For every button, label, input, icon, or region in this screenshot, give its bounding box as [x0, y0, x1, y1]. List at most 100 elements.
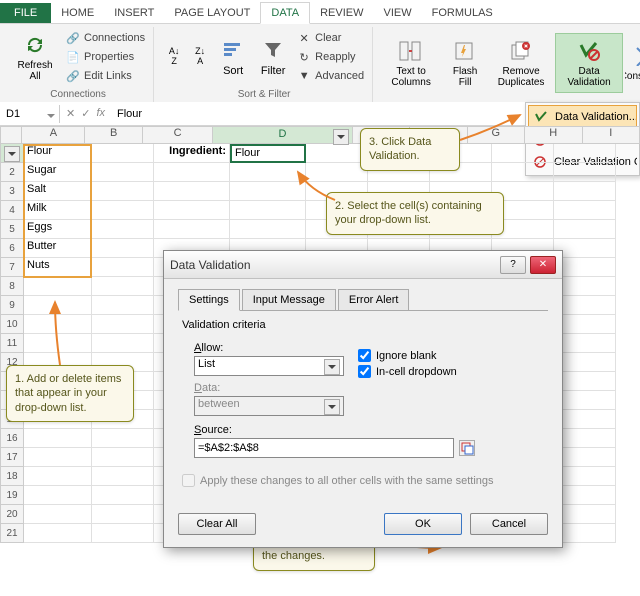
clear-filter[interactable]: ✕Clear [294, 29, 366, 47]
col-C[interactable]: C [143, 126, 213, 144]
row-header[interactable]: 20 [0, 505, 24, 524]
accept-formula-icon[interactable]: ✓ [81, 107, 90, 120]
edit-links-item[interactable]: 🔗Edit Links [63, 67, 147, 85]
cell[interactable] [554, 486, 616, 505]
cell[interactable] [306, 144, 368, 163]
cell[interactable] [554, 258, 616, 277]
cell[interactable] [24, 429, 92, 448]
refresh-all-button[interactable]: Refresh All [9, 27, 61, 87]
cell[interactable] [24, 334, 92, 353]
cell[interactable] [92, 258, 154, 277]
tab-review[interactable]: REVIEW [310, 3, 373, 23]
row-header[interactable]: 10 [0, 315, 24, 334]
select-all-corner[interactable] [0, 126, 22, 144]
tab-formulas[interactable]: FORMULAS [422, 3, 503, 23]
cell[interactable] [92, 467, 154, 486]
cell[interactable] [230, 220, 306, 239]
row-header[interactable]: 18 [0, 467, 24, 486]
reapply-filter[interactable]: ↻Reapply [294, 48, 366, 66]
incell-dropdown-checkbox[interactable]: In-cell dropdown [358, 365, 457, 378]
clear-all-button[interactable]: Clear All [178, 513, 256, 535]
row-header[interactable]: 3 [0, 182, 24, 201]
cell[interactable]: Sugar [24, 163, 92, 182]
filter-button[interactable]: Filter [254, 27, 292, 87]
cell[interactable]: Milk [24, 201, 92, 220]
cell[interactable] [492, 163, 554, 182]
properties-item[interactable]: 📄Properties [63, 48, 147, 66]
row-header[interactable]: 11 [0, 334, 24, 353]
cell[interactable] [554, 277, 616, 296]
row-header[interactable]: 5 [0, 220, 24, 239]
row-header[interactable]: 7 [0, 258, 24, 277]
cell[interactable] [230, 163, 306, 182]
cell[interactable] [92, 182, 154, 201]
row-header[interactable]: 1 [0, 144, 24, 163]
col-A[interactable]: A [22, 126, 85, 144]
cell[interactable] [554, 391, 616, 410]
row-header[interactable]: 19 [0, 486, 24, 505]
tab-page-layout[interactable]: PAGE LAYOUT [164, 3, 260, 23]
sort-button[interactable]: Sort [214, 27, 252, 87]
dropdown-arrow-icon[interactable] [305, 145, 306, 163]
apply-same-checkbox[interactable]: Apply these changes to all other cells w… [182, 474, 544, 487]
cell[interactable] [554, 296, 616, 315]
cell[interactable] [554, 410, 616, 429]
advanced-filter[interactable]: ▼Advanced [294, 67, 366, 85]
col-D[interactable]: D [213, 126, 352, 144]
cell[interactable] [92, 315, 154, 334]
sort-az-button[interactable]: A↓Z [162, 27, 186, 87]
cell[interactable] [154, 182, 230, 201]
cell[interactable] [92, 239, 154, 258]
cell[interactable] [554, 163, 616, 182]
cell[interactable]: Salt [24, 182, 92, 201]
row-header[interactable]: 6 [0, 239, 24, 258]
cell[interactable] [554, 505, 616, 524]
cell[interactable] [554, 220, 616, 239]
remove-duplicates-button[interactable]: Remove Duplicates [489, 33, 553, 93]
row-header[interactable]: 16 [0, 429, 24, 448]
cell[interactable] [24, 296, 92, 315]
cell[interactable] [154, 163, 230, 182]
cancel-button[interactable]: Cancel [470, 513, 548, 535]
cell[interactable] [92, 201, 154, 220]
cell[interactable] [24, 315, 92, 334]
tab-settings[interactable]: Settings [178, 289, 240, 311]
cell[interactable] [92, 448, 154, 467]
cell[interactable] [92, 524, 154, 543]
cell[interactable]: Eggs [24, 220, 92, 239]
tab-view[interactable]: VIEW [374, 3, 422, 23]
cell[interactable] [554, 524, 616, 543]
cell[interactable] [306, 163, 368, 182]
row-header[interactable]: 21 [0, 524, 24, 543]
col-G[interactable]: G [468, 126, 525, 144]
col-B[interactable]: B [85, 126, 142, 144]
tab-data[interactable]: DATA [260, 2, 310, 24]
cell[interactable]: Nuts [24, 258, 92, 277]
row-header[interactable]: 9 [0, 296, 24, 315]
connections-item[interactable]: 🔗Connections [63, 29, 147, 47]
cell[interactable] [554, 144, 616, 163]
tab-insert[interactable]: INSERT [104, 3, 164, 23]
cell[interactable] [554, 334, 616, 353]
cell[interactable] [92, 334, 154, 353]
cell[interactable] [92, 429, 154, 448]
col-H[interactable]: H [525, 126, 582, 144]
tab-error-alert[interactable]: Error Alert [338, 289, 410, 311]
allow-select[interactable]: List [194, 356, 344, 376]
row-header[interactable]: 2 [0, 163, 24, 182]
tab-file[interactable]: FILE [0, 3, 51, 23]
cell[interactable]: Flour [24, 144, 92, 163]
cell[interactable] [554, 429, 616, 448]
name-box[interactable]: D1 [0, 105, 60, 123]
ignore-blank-checkbox[interactable]: Ignore blank [358, 349, 457, 362]
cell[interactable] [24, 524, 92, 543]
col-I[interactable]: I [583, 126, 640, 144]
ok-button[interactable]: OK [384, 513, 462, 535]
cell[interactable] [92, 296, 154, 315]
cell[interactable] [554, 182, 616, 201]
consolidate-button[interactable]: Consolidate [625, 33, 640, 93]
cell[interactable] [554, 201, 616, 220]
cell[interactable] [92, 144, 154, 163]
cell[interactable] [92, 163, 154, 182]
cell[interactable] [24, 448, 92, 467]
